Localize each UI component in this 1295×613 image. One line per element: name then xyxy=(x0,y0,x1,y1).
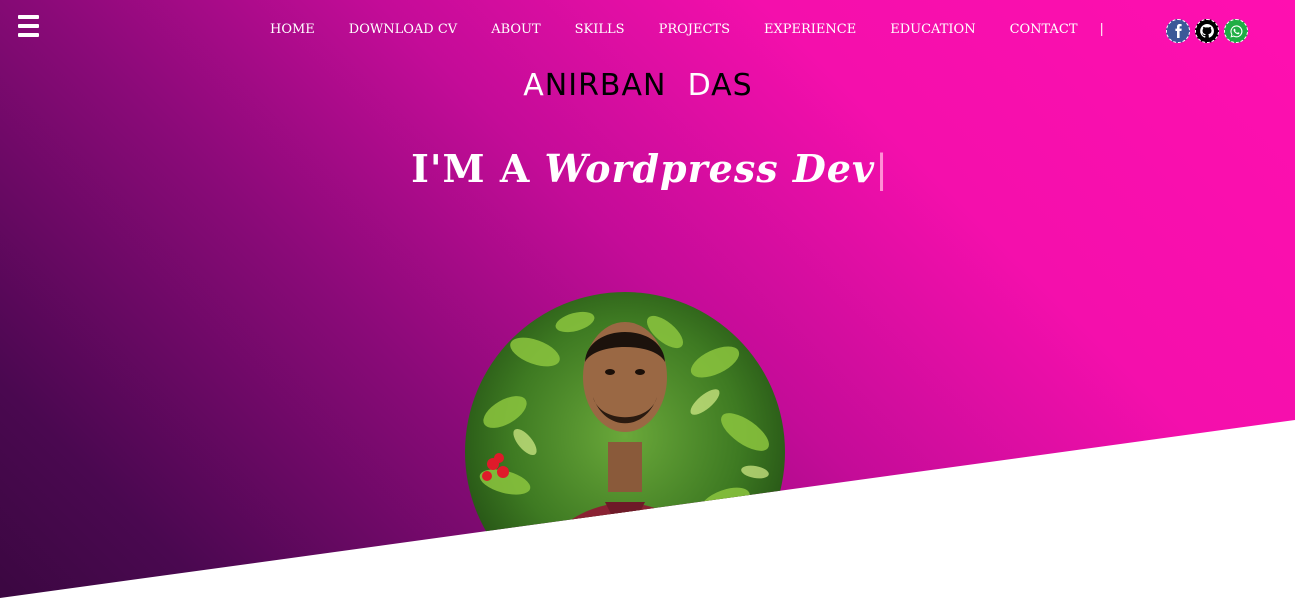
brand-last-initial: D xyxy=(687,68,712,103)
typing-cursor: | xyxy=(875,147,889,191)
profile-photo xyxy=(465,292,785,598)
nav-about[interactable]: ABOUT xyxy=(491,22,540,37)
tagline-prefix: I'M A xyxy=(411,146,531,191)
nav-contact[interactable]: CONTACT xyxy=(1010,22,1078,37)
social-links xyxy=(1166,19,1248,43)
brand-first-initial: A xyxy=(523,68,545,103)
hero-section: HOME DOWNLOAD CV ABOUT SKILLS PROJECTS E… xyxy=(0,0,1295,598)
nav-projects[interactable]: PROJECTS xyxy=(659,22,730,37)
nav-download-cv[interactable]: DOWNLOAD CV xyxy=(349,22,457,37)
github-icon[interactable] xyxy=(1195,19,1219,43)
nav-education[interactable]: EDUCATION xyxy=(890,22,975,37)
hero-tagline: I'M A Wordpress Dev| xyxy=(0,146,1295,191)
site-brand: ANIRBAN DAS xyxy=(0,68,1276,103)
whatsapp-icon[interactable] xyxy=(1224,19,1248,43)
brand-last-rest: AS xyxy=(711,68,753,103)
brand-first-rest: NIRBAN xyxy=(544,68,667,103)
nav-skills[interactable]: SKILLS xyxy=(575,22,625,37)
nav-separator: | xyxy=(1099,22,1104,37)
facebook-icon[interactable] xyxy=(1166,19,1190,43)
main-nav: HOME DOWNLOAD CV ABOUT SKILLS PROJECTS E… xyxy=(270,22,1104,37)
tagline-role: Wordpress Dev xyxy=(544,146,876,191)
hamburger-menu-icon[interactable] xyxy=(18,15,39,37)
nav-experience[interactable]: EXPERIENCE xyxy=(764,22,856,37)
nav-home[interactable]: HOME xyxy=(270,22,315,37)
